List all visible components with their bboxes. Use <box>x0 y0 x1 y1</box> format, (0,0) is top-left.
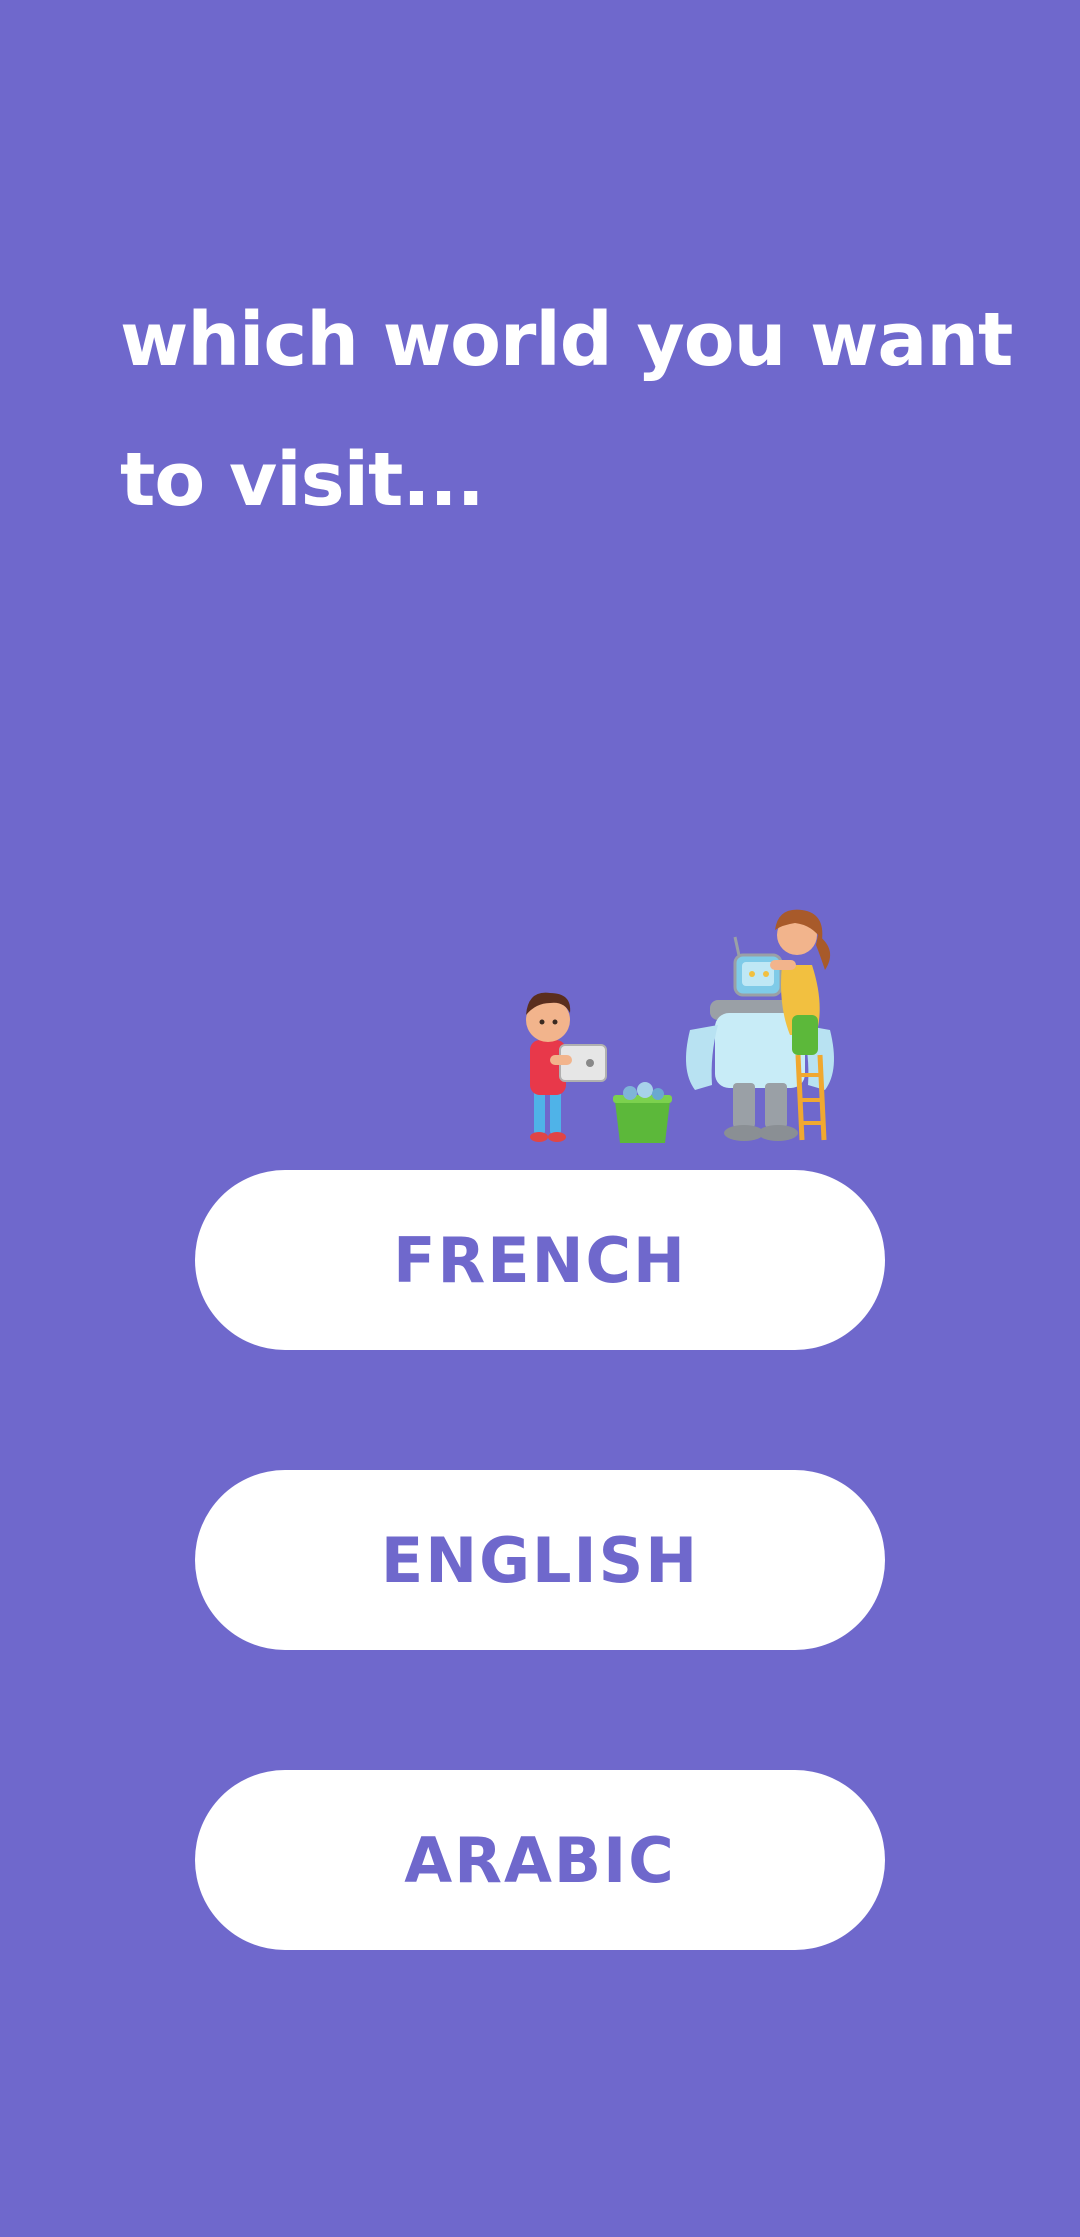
boy-figure-icon <box>526 992 607 1142</box>
arabic-button[interactable]: ARABIC <box>195 1770 885 1950</box>
kids-robot-illustration <box>520 905 860 1145</box>
page-title: which world you want to visit... <box>120 297 1013 523</box>
french-button[interactable]: FRENCH <box>195 1170 885 1350</box>
english-button[interactable]: ENGLISH <box>195 1470 885 1650</box>
bucket-icon <box>613 1082 672 1143</box>
